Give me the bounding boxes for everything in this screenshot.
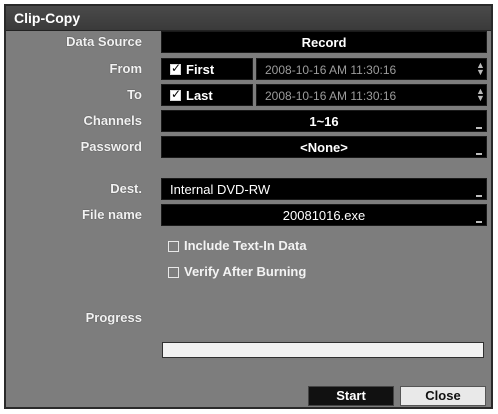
to-last-toggle[interactable]: ✓ Last <box>161 84 253 106</box>
verify-after-burning-checkbox[interactable] <box>168 267 179 278</box>
file-name-label: File name <box>82 207 142 222</box>
dest-label: Dest. <box>110 181 142 196</box>
channels-value: 1~16 <box>309 114 339 129</box>
dropdown-indicator-icon <box>476 153 482 155</box>
dest-value: Internal DVD-RW <box>170 182 271 197</box>
include-text-in-label: Include Text-In Data <box>184 238 307 253</box>
to-datetime-field[interactable]: 2008-10-16 AM 11:30:16 ▲ ▼ <box>256 84 487 106</box>
from-label: From <box>109 61 143 76</box>
data-source-label: Data Source <box>66 34 142 49</box>
password-label: Password <box>80 139 142 154</box>
data-source-select[interactable]: Record <box>161 31 487 53</box>
dropdown-indicator-icon <box>476 127 482 129</box>
dialog-titlebar: Clip-Copy <box>6 6 491 31</box>
checkmark-icon: ✓ <box>171 61 182 75</box>
file-name-value: 20081016.exe <box>282 208 366 223</box>
from-datetime-field[interactable]: 2008-10-16 AM 11:30:16 ▲ ▼ <box>256 58 487 80</box>
channels-label: Channels <box>83 113 142 128</box>
file-name-field[interactable]: 20081016.exe <box>161 204 487 226</box>
spinner-icon[interactable]: ▲ ▼ <box>476 87 485 103</box>
verify-after-burning-option[interactable]: Verify After Burning <box>168 264 368 282</box>
password-field[interactable]: <None> <box>161 136 487 158</box>
channels-select[interactable]: 1~16 <box>161 110 487 132</box>
to-label: To <box>127 87 142 102</box>
dialog-title: Clip-Copy <box>14 10 81 26</box>
to-datetime-value: 2008-10-16 AM 11:30:16 <box>265 89 397 103</box>
checkmark-icon: ✓ <box>171 87 182 101</box>
verify-after-burning-label: Verify After Burning <box>184 264 307 279</box>
from-first-toggle[interactable]: ✓ First <box>161 58 253 80</box>
start-button[interactable]: Start <box>308 386 394 406</box>
from-datetime-value: 2008-10-16 AM 11:30:16 <box>265 63 397 77</box>
password-value: <None> <box>300 140 348 155</box>
progress-label: Progress <box>85 310 142 325</box>
first-label: First <box>186 62 215 77</box>
last-checkbox[interactable]: ✓ <box>170 87 182 101</box>
first-checkbox[interactable]: ✓ <box>170 61 182 75</box>
progress-bar <box>162 342 484 358</box>
text-cursor-icon <box>476 221 482 223</box>
spinner-icon[interactable]: ▲ ▼ <box>476 61 485 77</box>
dest-select[interactable]: Internal DVD-RW <box>161 178 487 200</box>
include-text-in-option[interactable]: Include Text-In Data <box>168 238 368 256</box>
include-text-in-checkbox[interactable] <box>168 241 179 252</box>
dropdown-indicator-icon <box>476 195 482 197</box>
last-label: Last <box>186 88 213 103</box>
data-source-value: Record <box>301 35 347 50</box>
close-button[interactable]: Close <box>400 386 486 406</box>
